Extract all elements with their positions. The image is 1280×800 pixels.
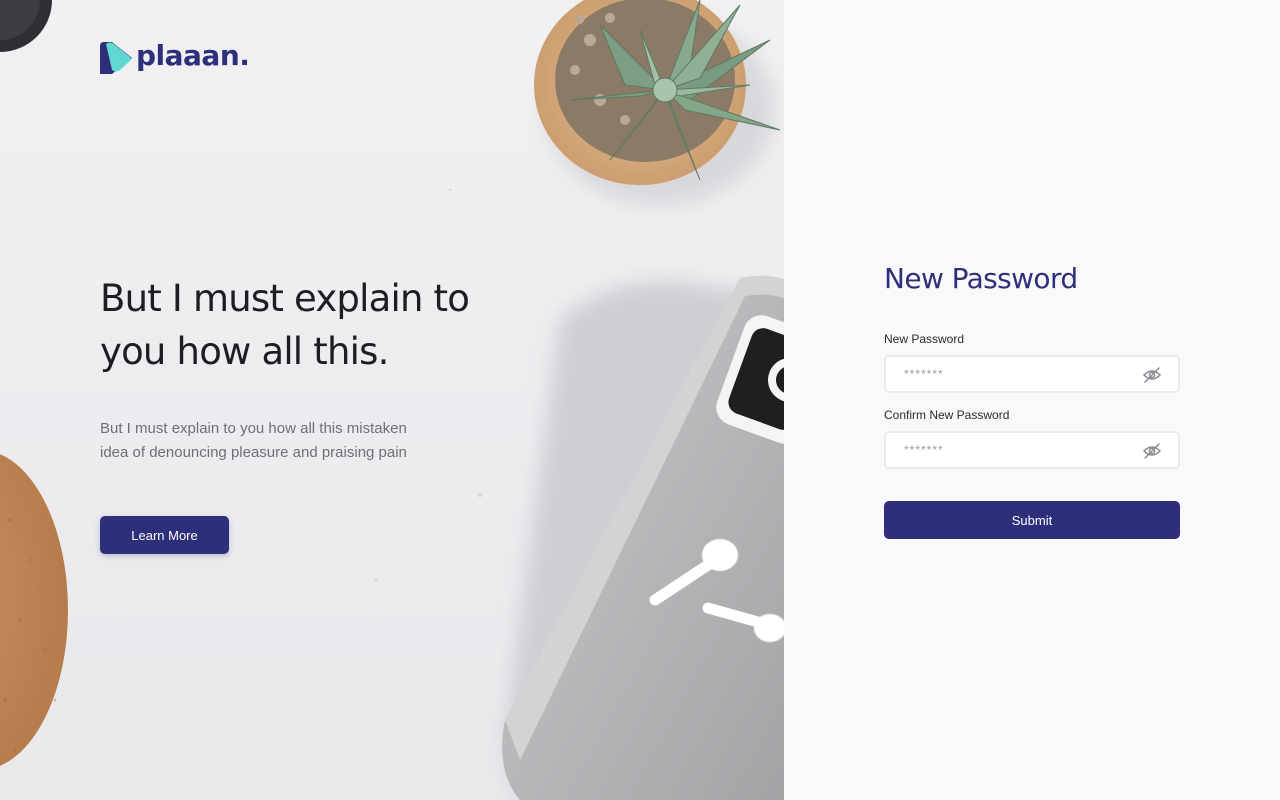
hero-background-photo — [0, 0, 784, 800]
new-password-panel: New Password New Password Confirm New Pa… — [784, 0, 1280, 800]
cork-coaster-decoration — [0, 454, 68, 766]
hero-headline: But I must explain to you how all this. — [100, 277, 470, 373]
brand-name: plaaan. — [136, 39, 250, 72]
new-password-label: New Password — [884, 332, 965, 346]
form-title: New Password — [884, 262, 1078, 295]
confirm-password-input[interactable] — [886, 433, 1126, 467]
new-password-input[interactable] — [886, 357, 1126, 391]
hero-panel: plaaan. But I must explain to you how al… — [0, 0, 784, 800]
new-password-field — [884, 355, 1180, 393]
logo-mark-icon — [100, 42, 132, 74]
eye-off-icon — [1142, 367, 1162, 383]
learn-more-button[interactable]: Learn More — [100, 516, 229, 554]
brand-logo[interactable]: plaaan. — [100, 39, 250, 74]
hero-subtext: But I must explain to you how all this m… — [100, 420, 407, 461]
confirm-password-field — [884, 431, 1180, 469]
toggle-visibility-button[interactable] — [1142, 441, 1162, 461]
submit-button[interactable]: Submit — [884, 501, 1180, 539]
toggle-visibility-button[interactable] — [1142, 365, 1162, 385]
eye-off-icon — [1142, 443, 1162, 459]
confirm-password-label: Confirm New Password — [884, 408, 1010, 422]
